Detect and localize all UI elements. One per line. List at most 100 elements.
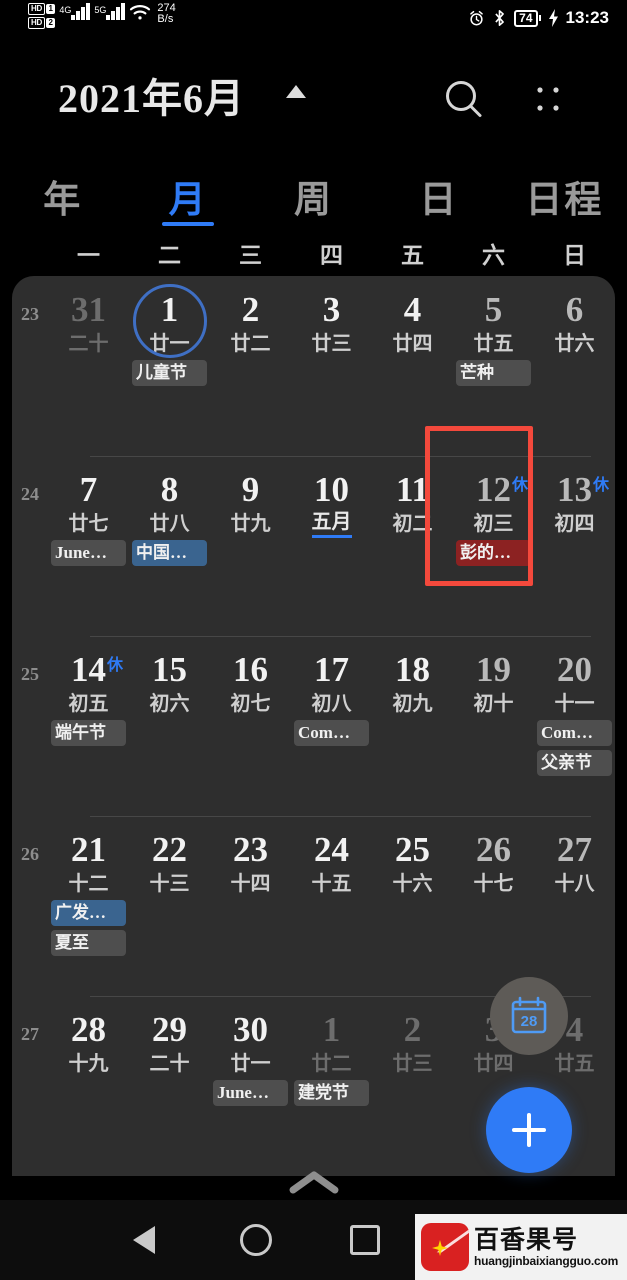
lunar-wrap: 十二 — [48, 872, 129, 896]
back-triangle-icon[interactable] — [133, 1226, 155, 1254]
day-number-wrap: 15 — [129, 650, 210, 692]
day-cell[interactable]: 7 廿七 June… — [48, 456, 129, 636]
day-cell[interactable]: 8 廿八 中国… — [129, 456, 210, 636]
tab-3[interactable]: 日 — [376, 160, 501, 232]
day-cell[interactable]: 16 初七 — [210, 636, 291, 816]
day-cell[interactable]: 1 廿一 儿童节 — [129, 276, 210, 456]
today-date-number: 28 — [521, 1013, 538, 1030]
day-cell[interactable]: 12 休初三 彭的… — [453, 456, 534, 636]
event-chip[interactable]: 彭的… — [456, 540, 531, 566]
week-row: 25 14 休初五 端午节 15 初六 16 初七 17 初八 Com… 18 初九 19 初十 20 十一 Co… — [12, 636, 615, 816]
day-cell[interactable]: 5 廿五 芒种 — [453, 276, 534, 456]
day-cell[interactable]: 3 廿三 — [291, 276, 372, 456]
day-cell[interactable]: 15 初六 — [129, 636, 210, 816]
lunar-wrap: 初五 — [48, 692, 129, 716]
signal-bars-sim2-icon: 5G — [94, 3, 126, 20]
event-chip[interactable]: 儿童节 — [132, 360, 207, 386]
day-cell[interactable]: 19 初十 — [453, 636, 534, 816]
event-chip[interactable]: 广发… — [51, 900, 126, 926]
watermark-star — [432, 1240, 448, 1256]
recents-square-icon[interactable] — [350, 1225, 380, 1255]
event-chip[interactable]: Com… — [294, 720, 369, 746]
day-events: June… — [48, 540, 129, 566]
day-cell[interactable]: 11 初二 — [372, 456, 453, 636]
day-cell[interactable]: 20 十一 Com… 父亲节 — [534, 636, 615, 816]
lunar-wrap: 初八 — [291, 692, 372, 716]
tab-4[interactable]: 日程 — [502, 160, 627, 232]
event-chip[interactable]: 建党节 — [294, 1080, 369, 1106]
lunar-wrap: 廿四 — [453, 1052, 534, 1076]
day-cell[interactable]: 10 五月 — [291, 456, 372, 636]
lunar-wrap: 十七 — [453, 872, 534, 896]
event-chip[interactable]: June… — [51, 540, 126, 566]
lunar-date: 初三 — [473, 513, 514, 535]
tab-1[interactable]: 月 — [125, 160, 250, 232]
grid-menu-icon[interactable] — [528, 80, 568, 120]
event-chip[interactable]: 中国… — [132, 540, 207, 566]
day-cell[interactable]: 21 十二 广发… 夏至 — [48, 816, 129, 996]
day-cell[interactable]: 4 廿四 — [372, 276, 453, 456]
lunar-wrap: 廿七 — [48, 512, 129, 536]
day-cell[interactable]: 18 初九 — [372, 636, 453, 816]
day-events: 彭的… — [453, 540, 534, 566]
event-chip[interactable]: 父亲节 — [537, 750, 612, 776]
status-bar-left: HD 1 HD 2 4G 5G 274 B/s — [28, 3, 176, 29]
tab-2[interactable]: 周 — [251, 160, 376, 232]
day-cell[interactable]: 28 十九 — [48, 996, 129, 1176]
week-row: 26 21 十二 广发… 夏至 22 十三 23 十四 24 十五 25 十六 26 十七 27 十八 — [12, 816, 615, 996]
day-number-wrap: 1 — [291, 1010, 372, 1052]
hd-sim1-icon: HD 1 — [28, 3, 56, 15]
day-events: 广发… 夏至 — [48, 900, 129, 956]
lunar-wrap: 十九 — [48, 1052, 129, 1076]
chevron-up-icon[interactable] — [287, 1168, 341, 1198]
day-number: 4 — [403, 290, 422, 329]
day-cell[interactable]: 31 二十 — [48, 276, 129, 456]
lunar-date: 廿二 — [311, 1053, 352, 1075]
signal-bars-sim1-icon: 4G — [59, 3, 91, 20]
week-number: 26 — [21, 844, 39, 864]
week-number: 25 — [21, 664, 39, 684]
event-chip[interactable]: Com… — [537, 720, 612, 746]
day-cell[interactable]: 17 初八 Com… — [291, 636, 372, 816]
caret-up-icon[interactable] — [286, 85, 306, 98]
day-cell[interactable]: 6 廿六 — [534, 276, 615, 456]
day-number: 7 — [79, 470, 98, 509]
day-cell[interactable]: 23 十四 — [210, 816, 291, 996]
event-chip[interactable]: June… — [213, 1080, 288, 1106]
event-chip[interactable]: 夏至 — [51, 930, 126, 956]
day-cell[interactable]: 9 廿九 — [210, 456, 291, 636]
day-cell[interactable]: 2 廿二 — [210, 276, 291, 456]
lunar-wrap: 初九 — [372, 692, 453, 716]
page-title[interactable]: 2021年6月 — [58, 66, 245, 124]
day-cell[interactable]: 25 十六 — [372, 816, 453, 996]
lunar-wrap: 初六 — [129, 692, 210, 716]
search-icon[interactable] — [441, 77, 487, 123]
day-cell[interactable]: 2 廿三 — [372, 996, 453, 1176]
day-number: 16 — [233, 650, 268, 689]
day-cell[interactable]: 30 廿一 June… — [210, 996, 291, 1176]
day-cell[interactable]: 29 二十 — [129, 996, 210, 1176]
lunar-wrap: 十八 — [534, 872, 615, 896]
day-cell[interactable]: 27 十八 — [534, 816, 615, 996]
day-cell[interactable]: 14 休初五 端午节 — [48, 636, 129, 816]
day-cell[interactable]: 13 休初四 — [534, 456, 615, 636]
day-number: 15 — [152, 650, 187, 689]
add-event-button[interactable] — [486, 1087, 572, 1173]
day-cell[interactable]: 26 十七 — [453, 816, 534, 996]
day-number: 29 — [152, 1010, 187, 1049]
event-chip[interactable]: 端午节 — [51, 720, 126, 746]
day-cell[interactable]: 22 十三 — [129, 816, 210, 996]
day-cell[interactable]: 24 十五 — [291, 816, 372, 996]
lunar-date: 廿九 — [230, 513, 271, 535]
lunar-date: 廿四 — [392, 333, 433, 355]
event-chip[interactable]: 芒种 — [456, 360, 531, 386]
day-events: Com… — [291, 720, 372, 746]
jump-to-today-button[interactable]: 28 — [490, 977, 568, 1055]
home-circle-icon[interactable] — [240, 1224, 272, 1256]
view-mode-tabs: 年 月 周 日 日程 — [0, 160, 627, 232]
hd-sim1-label: HD — [28, 3, 45, 15]
day-cell[interactable]: 1 廿二建党节 — [291, 996, 372, 1176]
day-number-wrap: 18 — [372, 650, 453, 692]
day-number-wrap: 19 — [453, 650, 534, 692]
tab-0[interactable]: 年 — [0, 160, 125, 232]
